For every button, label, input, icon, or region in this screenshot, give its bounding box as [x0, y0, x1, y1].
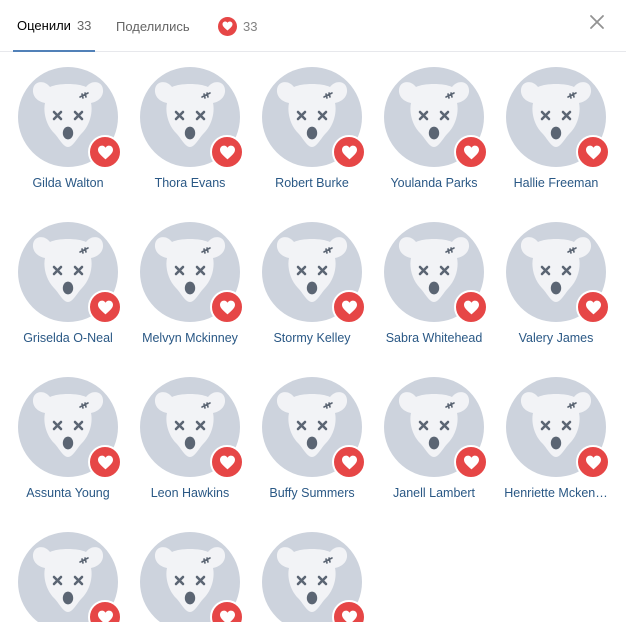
avatar-wrapper: [506, 67, 610, 169]
tab-liked[interactable]: Оценили 33: [13, 0, 96, 52]
user-card[interactable]: Leon Hawkins: [129, 377, 251, 501]
heart-icon: [218, 16, 237, 36]
heart-icon: [88, 600, 122, 622]
heart-icon: [576, 445, 610, 479]
user-name[interactable]: Assunta Young: [7, 486, 129, 501]
user-card[interactable]: Valery James: [495, 222, 617, 346]
avatar-wrapper: [140, 377, 244, 479]
user-card[interactable]: Henriette Mcken…: [495, 377, 617, 501]
tab-shared[interactable]: Поделились: [116, 0, 190, 52]
heart-icon: [454, 135, 488, 169]
likes-header: Оценили 33 Поделились 33: [0, 0, 626, 52]
tab-hearts[interactable]: 33: [218, 0, 257, 52]
user-card[interactable]: Thora Evans: [129, 67, 251, 191]
heart-icon: [210, 445, 244, 479]
user-card[interactable]: Sabra Whitehead: [373, 222, 495, 346]
user-name[interactable]: Leon Hawkins: [129, 486, 251, 501]
tab-shared-label: Поделились: [116, 18, 190, 34]
user-name[interactable]: Buffy Summers: [251, 486, 373, 501]
avatar-wrapper: [262, 222, 366, 324]
avatar-wrapper: [18, 222, 122, 324]
heart-icon: [88, 445, 122, 479]
heart-icon: [454, 290, 488, 324]
user-name[interactable]: Hallie Freeman: [495, 176, 617, 191]
tab-hearts-count: 33: [243, 18, 258, 34]
avatar-wrapper: [18, 67, 122, 169]
user-name[interactable]: Valery James: [495, 331, 617, 346]
user-name[interactable]: Sabra Whitehead: [373, 331, 495, 346]
heart-icon: [210, 600, 244, 622]
avatar-wrapper: [140, 222, 244, 324]
user-name[interactable]: Griselda O-Neal: [7, 331, 129, 346]
user-name[interactable]: Janell Lambert: [373, 486, 495, 501]
heart-icon: [332, 290, 366, 324]
user-card[interactable]: [251, 532, 373, 622]
heart-icon: [332, 600, 366, 622]
heart-icon: [576, 135, 610, 169]
user-card[interactable]: Buffy Summers: [251, 377, 373, 501]
user-card[interactable]: Hallie Freeman: [495, 67, 617, 191]
user-card[interactable]: Robert Burke: [251, 67, 373, 191]
user-card[interactable]: Youlanda Parks: [373, 67, 495, 191]
user-card[interactable]: Stormy Kelley: [251, 222, 373, 346]
close-icon[interactable]: [589, 14, 605, 30]
user-card[interactable]: [129, 532, 251, 622]
user-name[interactable]: Henriette Mcken…: [495, 486, 617, 501]
heart-icon: [332, 135, 366, 169]
heart-icon: [88, 290, 122, 324]
user-card[interactable]: Melvyn Mckinney: [129, 222, 251, 346]
avatar-wrapper: [506, 377, 610, 479]
avatar-wrapper: [384, 67, 488, 169]
tab-liked-count: 33: [76, 17, 92, 33]
avatar-wrapper: [384, 377, 488, 479]
heart-icon: [332, 445, 366, 479]
avatar-wrapper: [262, 67, 366, 169]
user-card[interactable]: Janell Lambert: [373, 377, 495, 501]
heart-icon: [210, 290, 244, 324]
heart-icon: [88, 135, 122, 169]
user-name[interactable]: Robert Burke: [251, 176, 373, 191]
user-card[interactable]: [7, 532, 129, 622]
heart-icon: [576, 290, 610, 324]
heart-icon: [454, 445, 488, 479]
user-name[interactable]: Gilda Walton: [7, 176, 129, 191]
heart-icon: [210, 135, 244, 169]
tab-liked-label: Оценили: [17, 17, 71, 33]
avatar-wrapper: [262, 377, 366, 479]
avatar-wrapper: [506, 222, 610, 324]
avatar-wrapper: [18, 377, 122, 479]
user-name[interactable]: Melvyn Mckinney: [129, 331, 251, 346]
user-name[interactable]: Youlanda Parks: [373, 176, 495, 191]
user-card[interactable]: Gilda Walton: [7, 67, 129, 191]
avatar-wrapper: [18, 532, 122, 622]
user-card[interactable]: Griselda O-Neal: [7, 222, 129, 346]
avatar-wrapper: [140, 67, 244, 169]
user-name[interactable]: Thora Evans: [129, 176, 251, 191]
avatar-wrapper: [384, 222, 488, 324]
user-name[interactable]: Stormy Kelley: [251, 331, 373, 346]
user-card[interactable]: Assunta Young: [7, 377, 129, 501]
avatar-wrapper: [140, 532, 244, 622]
avatar-wrapper: [262, 532, 366, 622]
users-grid: Gilda Walton Thora Evans Robert Burke Yo…: [0, 52, 626, 622]
